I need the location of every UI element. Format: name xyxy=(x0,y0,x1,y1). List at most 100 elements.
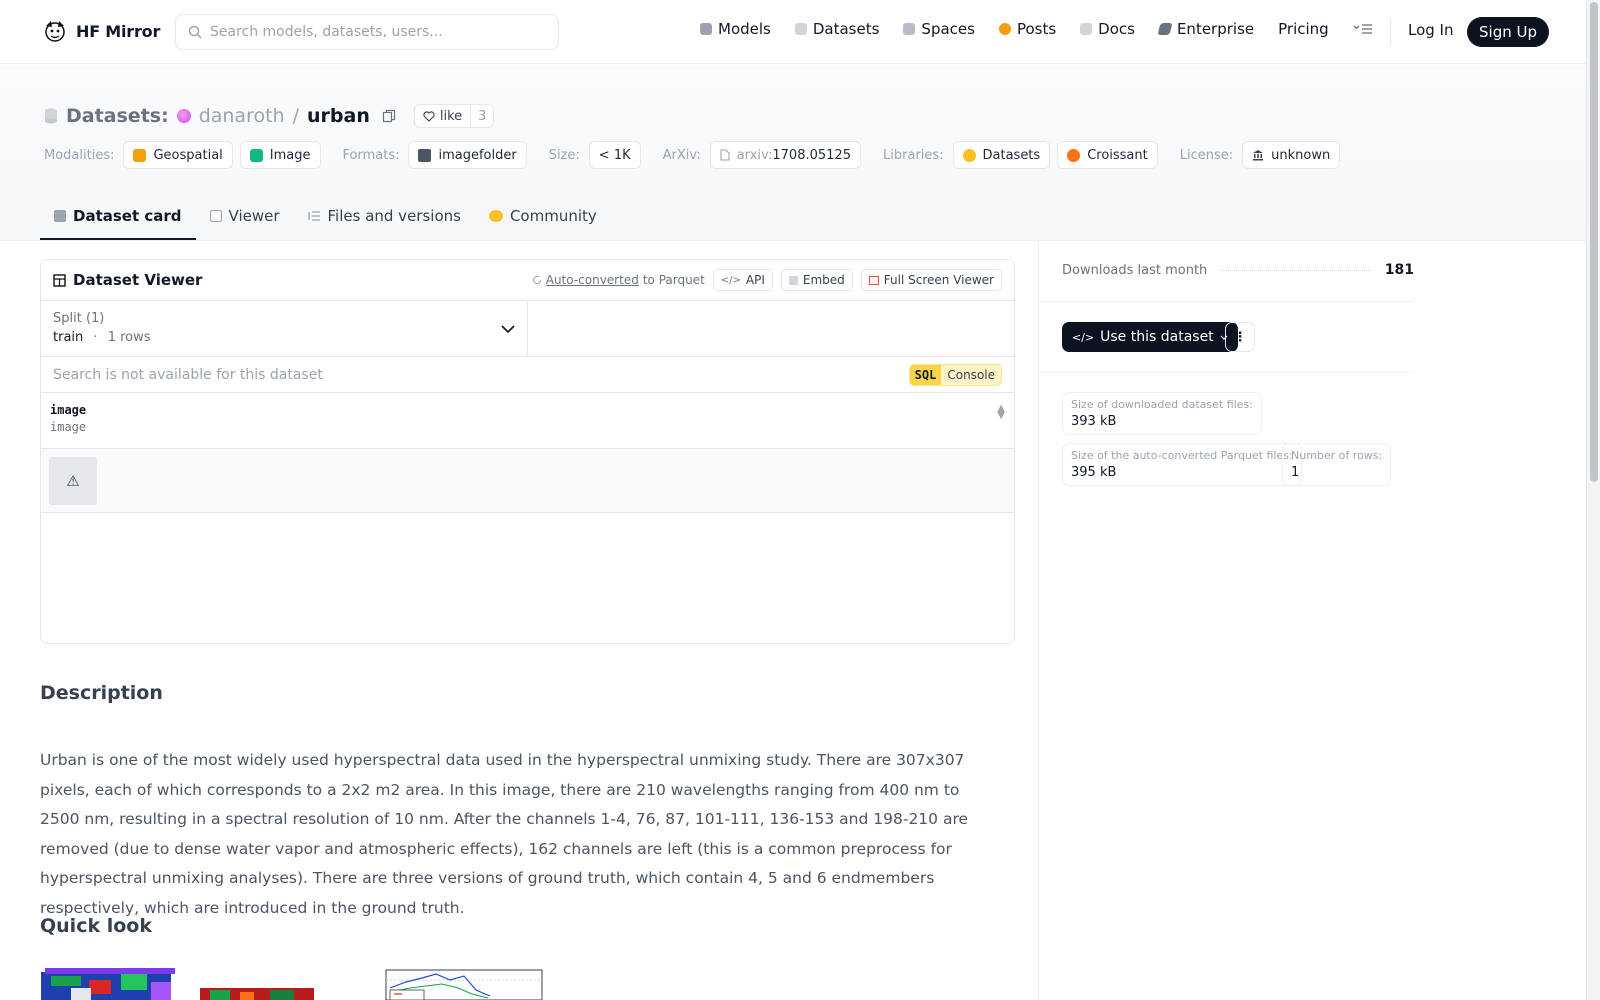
nav-datasets[interactable]: Datasets xyxy=(794,20,879,38)
library-croissant[interactable]: Croissant xyxy=(1057,141,1158,169)
split-name: train xyxy=(53,330,84,345)
copy-icon[interactable] xyxy=(382,109,396,123)
cube-icon xyxy=(54,210,66,222)
stat-parquet-size: Size of the auto-converted Parquet files… xyxy=(1062,443,1302,486)
search-input[interactable] xyxy=(210,24,540,40)
modality-geospatial[interactable]: Geospatial xyxy=(123,141,233,169)
tab-label: Viewer xyxy=(228,207,280,225)
like-count[interactable]: 3 xyxy=(471,109,493,124)
like-label: like xyxy=(439,108,463,124)
chip-label: Datasets xyxy=(982,147,1041,163)
document-icon xyxy=(720,149,730,161)
viewer-header: Dataset Viewer Auto-converted to Parquet … xyxy=(41,260,1014,301)
tab-label: Community xyxy=(509,207,597,225)
sort-icon[interactable]: ▲ ▼ xyxy=(997,404,1005,421)
tab-label: Files and versions xyxy=(327,207,461,225)
use-dataset-button[interactable]: </> Use this dataset xyxy=(1062,322,1238,352)
stat-label: Size of the auto-converted Parquet files… xyxy=(1071,449,1293,462)
tab-files[interactable]: Files and versions xyxy=(294,194,475,240)
owner-link[interactable]: danaroth xyxy=(199,105,285,127)
signup-button[interactable]: Sign Up xyxy=(1467,17,1549,47)
nav-models-label: Models xyxy=(718,20,771,38)
like-button[interactable]: like 3 xyxy=(413,104,495,128)
files-icon xyxy=(307,211,320,221)
sidebar-divider xyxy=(1038,241,1039,1000)
sql-badge: SQL xyxy=(909,364,942,385)
api-button[interactable]: </> API xyxy=(712,269,773,291)
nav-spaces[interactable]: Spaces xyxy=(903,20,975,38)
arxiv-prefix: arxiv: xyxy=(736,147,773,163)
tab-viewer[interactable]: Viewer xyxy=(196,194,294,240)
tab-dataset-card[interactable]: Dataset card xyxy=(40,194,196,240)
stat-value: 395 kB xyxy=(1071,465,1117,480)
login-link[interactable]: Log In xyxy=(1408,21,1454,39)
community-icon xyxy=(488,210,503,222)
nav-models[interactable]: Models xyxy=(700,20,771,38)
split-selector[interactable]: Split (1) train · 1 rows xyxy=(41,301,528,356)
sql-console-button[interactable]: SQL Console xyxy=(908,363,1002,386)
code-icon: </> xyxy=(720,274,741,286)
spectra-plot-image xyxy=(385,969,543,1000)
page-scrollbar[interactable] xyxy=(1586,0,1600,1000)
like-toggle[interactable]: like xyxy=(415,105,472,127)
api-label: API xyxy=(745,273,765,287)
tab-community[interactable]: Community xyxy=(475,194,611,240)
more-options-button[interactable]: ⋮ xyxy=(1225,322,1255,352)
split-row: Split (1) train · 1 rows xyxy=(41,301,1014,357)
column-header-image[interactable]: image image ▲ ▼ xyxy=(41,393,1014,449)
repo-name[interactable]: urban xyxy=(307,105,370,127)
viewer-title: Dataset Viewer xyxy=(53,271,202,289)
nav-posts[interactable]: Posts xyxy=(998,20,1057,38)
modality-image[interactable]: Image xyxy=(239,141,321,169)
quicklook-image-spectra xyxy=(376,968,544,1000)
table-row: ⚠ xyxy=(41,449,1014,513)
split-dot: · xyxy=(93,330,98,345)
viewer-search-row: SQL Console xyxy=(41,357,1014,393)
size-key: Size: xyxy=(548,147,580,163)
description-text: Urban is one of the most widely used hyp… xyxy=(40,751,969,917)
quicklook-heading: Quick look xyxy=(40,915,152,937)
stat-value: 393 kB xyxy=(1071,414,1117,429)
arxiv-chip[interactable]: arxiv:1708.05125 xyxy=(709,141,861,169)
brand[interactable]: HF Mirror xyxy=(42,18,160,44)
false-color-map-image xyxy=(200,988,314,1000)
nav-enterprise[interactable]: Enterprise xyxy=(1157,20,1254,38)
library-datasets[interactable]: Datasets xyxy=(952,141,1051,169)
embed-button[interactable]: Embed xyxy=(780,269,853,291)
scrollbar-thumb[interactable] xyxy=(1590,2,1598,482)
hf-emoji-icon xyxy=(962,148,976,162)
nav-docs[interactable]: Docs xyxy=(1080,20,1135,38)
sql-console-label: Console xyxy=(947,367,995,382)
nav-more[interactable] xyxy=(1353,23,1373,35)
image-cell[interactable]: ⚠ xyxy=(49,457,97,505)
auto-converted-note: Auto-converted to Parquet xyxy=(532,273,705,287)
nav-pricing[interactable]: Pricing xyxy=(1278,20,1329,38)
split-label: Split (1) xyxy=(53,311,105,326)
arxiv-id: 1708.05125 xyxy=(772,147,851,163)
nav-docs-label: Docs xyxy=(1098,20,1135,38)
format-imagefolder[interactable]: imagefolder xyxy=(408,141,527,169)
fullscreen-button[interactable]: Full Screen Viewer xyxy=(860,269,1002,291)
repo-title: Datasets: danaroth / urban like 3 xyxy=(44,104,495,128)
split-value: train · 1 rows xyxy=(53,330,515,345)
top-navbar: HF Mirror Models Datasets Spaces Posts D… xyxy=(0,0,1586,64)
auto-converted-link[interactable]: Auto-converted xyxy=(546,273,639,287)
nav-posts-label: Posts xyxy=(1016,20,1057,38)
refresh-icon xyxy=(532,275,541,285)
size-chip[interactable]: < 1K xyxy=(588,141,641,169)
license-chip[interactable]: unknown xyxy=(1242,141,1341,169)
license-key: License: xyxy=(1179,147,1234,163)
viewer-search-input[interactable] xyxy=(53,366,909,383)
table-icon xyxy=(53,273,66,287)
heart-icon xyxy=(423,110,435,122)
menu-icon xyxy=(1353,24,1372,34)
search-icon xyxy=(188,25,202,39)
sidebar-separator xyxy=(1038,301,1414,302)
book-icon xyxy=(1080,23,1093,35)
embed-icon xyxy=(788,275,798,285)
column-name: image xyxy=(50,403,87,417)
quicklook-image-map xyxy=(200,968,314,1000)
split-rows: 1 rows xyxy=(107,330,151,345)
global-search[interactable] xyxy=(175,14,559,50)
downloads-stat: Downloads last month 181 xyxy=(1062,262,1414,278)
